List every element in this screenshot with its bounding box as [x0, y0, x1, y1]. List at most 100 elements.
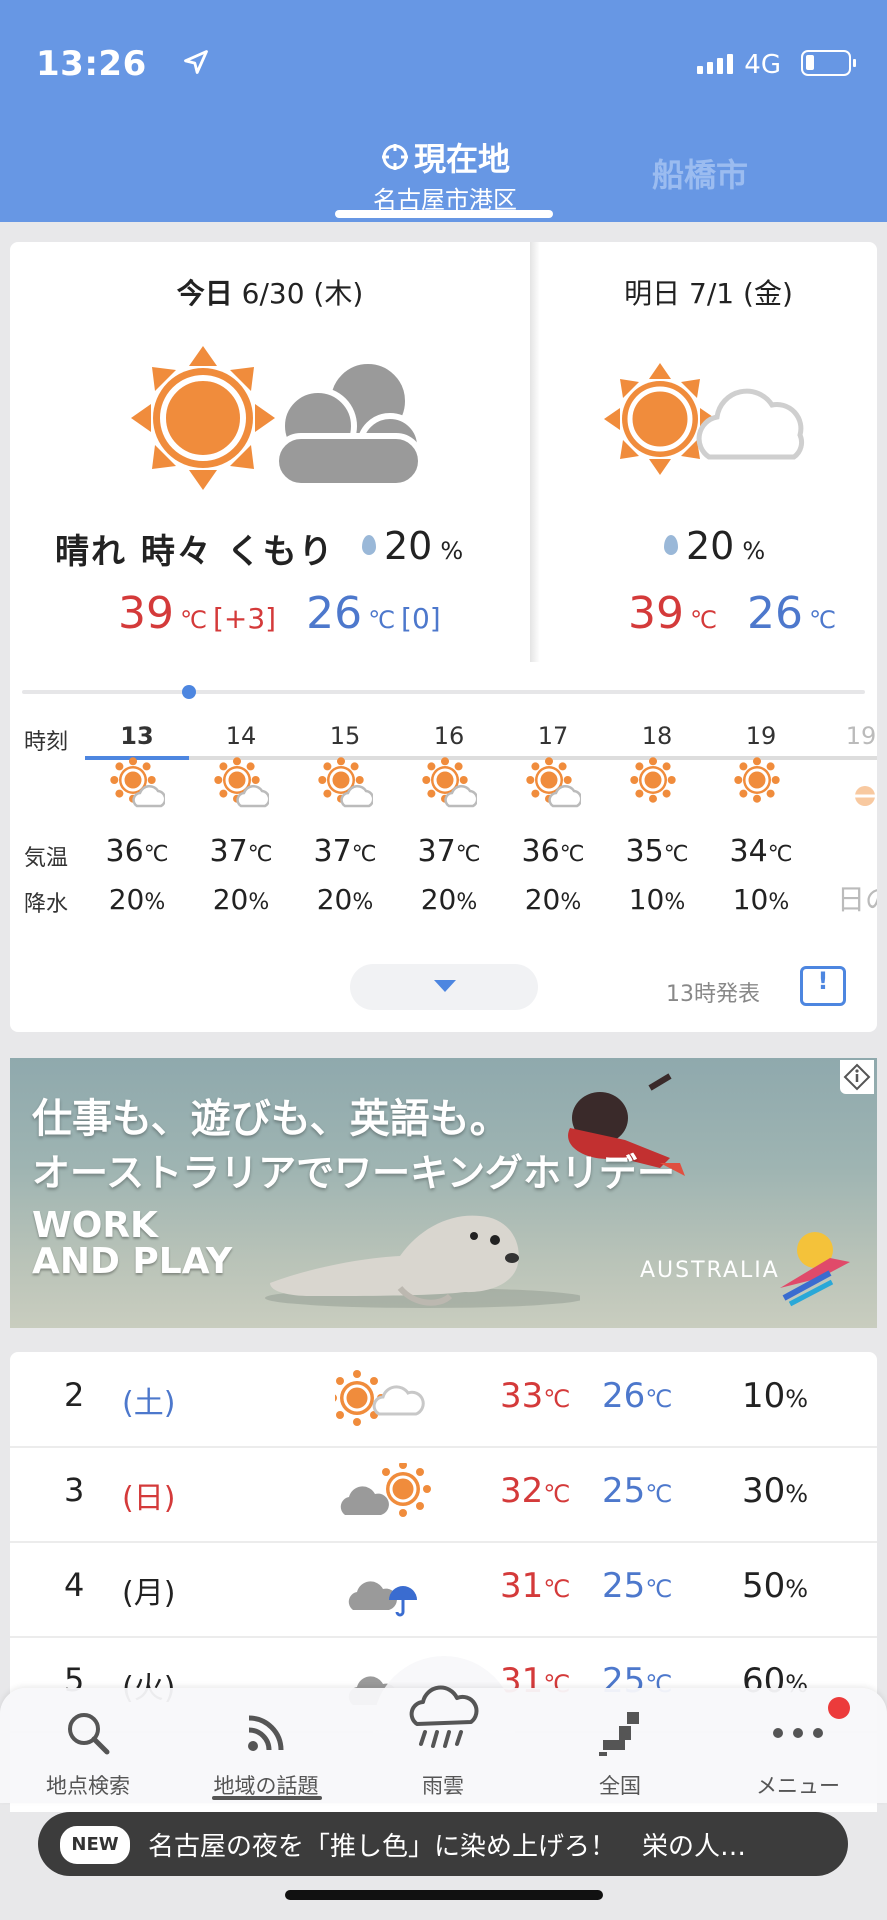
tab-funabashi[interactable]: 船橋市 [620, 150, 780, 196]
weekly-row[interactable]: 4 (月) 31℃ 25℃ 50% [10, 1542, 877, 1638]
weekly-row[interactable]: 3 (日) 32℃ 25℃ 30% [10, 1447, 877, 1543]
hour-precip: 20% [524, 883, 582, 916]
today-date: 今日 6/30 (木) [176, 277, 364, 310]
location-arrow-icon [184, 50, 208, 74]
hour-label: 19: [845, 722, 877, 750]
weekly-pop: 30% [742, 1471, 809, 1511]
rss-icon [248, 1715, 284, 1751]
label-precip: 降水 [24, 892, 69, 917]
hour-temp: 36℃ [521, 834, 585, 869]
status-time: 13:26 [36, 44, 147, 84]
hour-temp: 36℃ [105, 834, 169, 869]
weekly-day: 2 [64, 1376, 85, 1414]
label-temp: 気温 [24, 846, 69, 871]
hourly-forecast[interactable]: 時刻 気温 降水 13 36℃ 20% 14 37℃ 20% 15 37℃ 20% 16 37℃ 20… [10, 716, 877, 946]
ad-banner[interactable]: 仕事も、遊びも、英語も。 オーストラリアでワーキングホリデー WORK AND P… [10, 1058, 877, 1328]
seal-image [265, 1215, 580, 1308]
weekly-weekday: (土) [122, 1386, 176, 1421]
weekly-day: 3 [64, 1471, 85, 1509]
tomorrow-date: 明日 7/1 (金) [624, 277, 793, 310]
sun-cloud-icon [329, 1368, 435, 1428]
news-ticker[interactable]: NEW 名古屋の夜を「推し色」に染め上げろ！ 栄の人… [38, 1812, 848, 1876]
hour-scroll-track[interactable] [22, 690, 865, 694]
drop-icon [664, 535, 678, 555]
weekly-pop: 50% [742, 1566, 809, 1606]
exclamation-icon: ! [817, 967, 829, 995]
sun-icon [709, 756, 813, 826]
today-weather-text: 晴れ 時々 くもり [55, 532, 335, 572]
tomorrow-temps: 39 ℃ 26 ℃ [628, 588, 836, 639]
rain-cloud-icon [409, 1685, 479, 1748]
hour-scroll-thumb[interactable] [182, 685, 196, 699]
hour-temp [813, 826, 877, 878]
ad-brand: AUSTRALIA [640, 1258, 780, 1283]
sun-cloud-icon [131, 346, 424, 490]
hour-label: 15 [329, 722, 361, 750]
tab-active-indicator [335, 210, 553, 218]
weekly-low: 26℃ [602, 1376, 673, 1416]
hour-temp: 37℃ [313, 834, 377, 869]
weekly-low: 25℃ [602, 1471, 673, 1511]
today-high-diff: [+3] [212, 602, 277, 635]
kangaroo-logo-icon [780, 1232, 850, 1307]
search-icon [68, 1713, 110, 1755]
tomorrow-pop: 20% [664, 524, 765, 568]
hour-temp: 37℃ [417, 834, 481, 869]
hour-column: 17 36℃ 20% [501, 716, 605, 922]
current-location-title: 現在地 [413, 140, 510, 178]
tomorrow-high: 39 [628, 588, 684, 639]
crosshair-icon [381, 144, 408, 170]
hour-precip: 20% [108, 883, 166, 916]
hour-precip: 20% [316, 883, 374, 916]
today-low: 26 [306, 588, 363, 639]
hour-precip: 20% [212, 883, 270, 916]
tomorrow-low: 26 [746, 588, 803, 639]
hour-precip: 20% [420, 883, 478, 916]
hour-column: 19: 日の [813, 716, 877, 922]
sun-cloud-icon [397, 756, 501, 826]
hour-temp: 34℃ [729, 834, 793, 869]
menu-notification-badge [828, 1697, 850, 1719]
weekly-day: 4 [64, 1566, 85, 1604]
header-bar: 13:26 4G 現在地 名古屋市港区 船橋市 [0, 0, 887, 222]
hour-column: 19 34℃ 10% [709, 716, 813, 922]
today-low-diff: [0] [401, 602, 441, 635]
news-new-badge: NEW [60, 1826, 130, 1864]
ad-headline-1: 仕事も、遊びも、英語も。 [32, 1096, 510, 1142]
sun-icon [605, 756, 709, 826]
hour-column: 18 35℃ 10% [605, 716, 709, 922]
hour-temp: 37℃ [209, 834, 273, 869]
expand-hourly-button[interactable] [350, 964, 538, 1010]
tab-current-location[interactable]: 現在地 名古屋市港区 [340, 134, 550, 215]
forecast-card: 今日 6/30 (木) 晴れ 時々 くもり 20% 39 ℃ [+3] 26 ℃… [10, 242, 877, 1032]
hour-column: 13 36℃ 20% [85, 716, 189, 922]
weekly-weekday: (月) [122, 1576, 176, 1611]
status-bar: 13:26 4G [36, 44, 856, 84]
ad-logo: WORK AND PLAY [32, 1205, 233, 1282]
ad-info-icon[interactable] [840, 1060, 874, 1094]
hour-label: 13 [120, 722, 154, 750]
tomorrow-panel[interactable]: 明日 7/1 (金) 20% 39 ℃ 26 ℃ [540, 242, 877, 662]
drop-icon [362, 535, 376, 555]
hour-label: 18 [641, 722, 673, 750]
feedback-button[interactable]: ! [800, 966, 846, 1006]
cloud-sun-icon [335, 1461, 435, 1523]
network-type: 4G [744, 50, 781, 80]
hour-precip: 日の [836, 883, 877, 916]
today-panel[interactable]: 今日 6/30 (木) 晴れ 時々 くもり 20% 39 ℃ [+3] 26 ℃… [10, 242, 530, 662]
battery-icon [801, 50, 856, 76]
tab-active-line [212, 1796, 322, 1800]
sun-cloud-icon [501, 756, 605, 826]
weekly-row[interactable]: 2 (土) 33℃ 26℃ 10% [10, 1352, 877, 1448]
hour-temp: 35℃ [625, 834, 689, 869]
news-text: 名古屋の夜を「推し色」に染め上げろ！ 栄の人… [148, 1832, 747, 1862]
sun-cloud-icon [293, 756, 397, 826]
more-dots-icon [773, 1728, 823, 1738]
home-indicator [285, 1890, 603, 1900]
weekly-high: 31℃ [500, 1566, 571, 1606]
japan-map-icon [599, 1712, 639, 1756]
hour-column: 14 37℃ 20% [189, 716, 293, 922]
today-temps: 39 ℃ [+3] 26 ℃ [0] [118, 588, 441, 639]
hour-label: 17 [537, 722, 569, 750]
issued-time: 13時発表 [666, 982, 760, 1007]
